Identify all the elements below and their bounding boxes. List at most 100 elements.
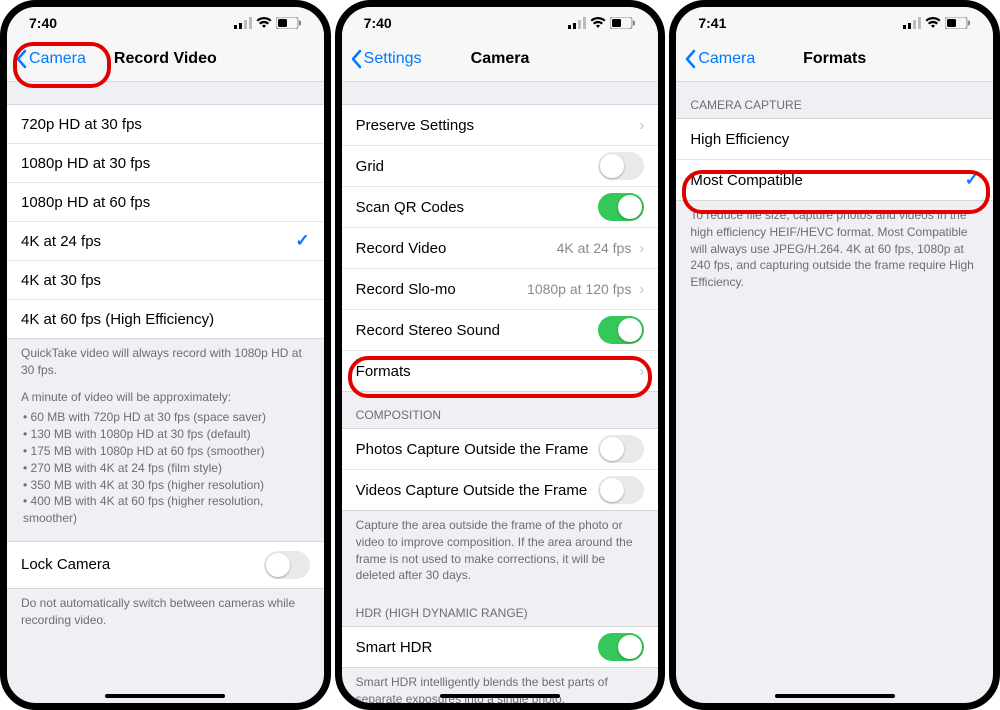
photos-outside-toggle[interactable] [598, 435, 644, 463]
lock-camera-toggle[interactable] [264, 551, 310, 579]
nav-title: Camera [471, 50, 530, 68]
home-indicator[interactable] [440, 694, 560, 698]
scan-qr-toggle[interactable] [598, 193, 644, 221]
option-label: Most Compatible [690, 172, 803, 189]
back-label: Settings [364, 50, 422, 68]
composition-header: COMPOSITION [342, 392, 659, 428]
battery-icon [276, 17, 302, 29]
footer-bullet: 270 MB with 4K at 24 fps (film style) [23, 460, 310, 477]
composition-footer: Capture the area outside the frame of th… [342, 511, 659, 590]
row-label: Smart HDR [356, 639, 433, 656]
nav-title: Record Video [114, 50, 217, 68]
signal-icon [568, 17, 586, 29]
formats-row[interactable]: Formats › [342, 350, 659, 391]
row-label: Preserve Settings [356, 117, 474, 134]
chevron-left-icon [15, 49, 27, 69]
chevron-right-icon: › [639, 240, 644, 257]
phone-formats: 7:41 Camera Formats CAMERA CAPTURE High … [669, 0, 1000, 710]
status-bar: 7:40 [7, 7, 324, 37]
status-time: 7:40 [29, 15, 57, 31]
signal-icon [903, 17, 921, 29]
status-time: 7:40 [364, 15, 392, 31]
video-options-group: 720p HD at 30 fps 1080p HD at 30 fps 1080p… [7, 104, 324, 339]
wifi-icon [256, 17, 272, 29]
home-indicator[interactable] [775, 694, 895, 698]
content: CAMERA CAPTURE High Efficiency Most Compa… [676, 82, 993, 703]
status-icons [568, 17, 636, 29]
camera-capture-header: CAMERA CAPTURE [676, 82, 993, 118]
row-label: Grid [356, 158, 384, 175]
row-label: Record Slo-mo [356, 281, 456, 298]
option-label: High Efficiency [690, 131, 789, 148]
stereo-sound-row[interactable]: Record Stereo Sound [342, 309, 659, 350]
battery-icon [945, 17, 971, 29]
videos-outside-row[interactable]: Videos Capture Outside the Frame [342, 469, 659, 510]
footer-bullet: 400 MB with 4K at 60 fps (higher resolut… [23, 493, 310, 527]
smart-hdr-toggle[interactable] [598, 633, 644, 661]
stereo-toggle[interactable] [598, 316, 644, 344]
chevron-right-icon: › [639, 281, 644, 298]
video-option-row[interactable]: 720p HD at 30 fps [7, 105, 324, 143]
footer-bullet: 130 MB with 1080p HD at 30 fps (default) [23, 426, 310, 443]
options-footer: QuickTake video will always record with … [7, 339, 324, 533]
content: 720p HD at 30 fps 1080p HD at 30 fps 1080p… [7, 82, 324, 703]
status-time: 7:41 [698, 15, 726, 31]
status-icons [234, 17, 302, 29]
hdr-group: Smart HDR [342, 626, 659, 668]
home-indicator[interactable] [105, 694, 225, 698]
status-icons [903, 17, 971, 29]
main-settings-group: Preserve Settings › Grid Scan QR Codes R… [342, 104, 659, 392]
preserve-settings-row[interactable]: Preserve Settings › [342, 105, 659, 145]
nav-bar: Camera Formats [676, 37, 993, 82]
chevron-left-icon [350, 49, 362, 69]
formats-footer: To reduce file size, capture photos and … [676, 201, 993, 297]
back-label: Camera [29, 50, 86, 68]
nav-title: Formats [803, 50, 866, 68]
row-label: Record Stereo Sound [356, 322, 500, 339]
row-label: Scan QR Codes [356, 199, 464, 216]
record-video-row[interactable]: Record Video 4K at 24 fps › [342, 227, 659, 268]
video-option-row[interactable]: 4K at 30 fps [7, 260, 324, 299]
format-option-row[interactable]: Most Compatible✓ [676, 159, 993, 200]
option-label: 1080p HD at 30 fps [21, 155, 150, 172]
option-label: 1080p HD at 60 fps [21, 194, 150, 211]
back-button[interactable]: Camera [684, 37, 755, 81]
videos-outside-toggle[interactable] [598, 476, 644, 504]
chevron-right-icon: › [639, 117, 644, 134]
footer-bullet: 350 MB with 4K at 30 fps (higher resolut… [23, 477, 310, 494]
lock-camera-label: Lock Camera [21, 556, 110, 573]
lock-camera-footer: Do not automatically switch between came… [7, 589, 324, 635]
video-option-row[interactable]: 4K at 60 fps (High Efficiency) [7, 299, 324, 338]
grid-toggle[interactable] [598, 152, 644, 180]
content: Preserve Settings › Grid Scan QR Codes R… [342, 82, 659, 703]
hdr-header: HDR (HIGH DYNAMIC RANGE) [342, 590, 659, 626]
row-value: 4K at 24 fps [557, 240, 632, 256]
back-label: Camera [698, 50, 755, 68]
row-label: Record Video [356, 240, 447, 257]
video-option-row[interactable]: 1080p HD at 60 fps [7, 182, 324, 221]
lock-camera-group: Lock Camera [7, 541, 324, 589]
grid-row[interactable]: Grid [342, 145, 659, 186]
back-button[interactable]: Camera [15, 37, 86, 81]
row-label: Videos Capture Outside the Frame [356, 482, 588, 499]
row-label: Formats [356, 363, 411, 380]
video-option-row[interactable]: 4K at 24 fps ✓ [7, 221, 324, 260]
composition-group: Photos Capture Outside the Frame Videos … [342, 428, 659, 511]
record-slomo-row[interactable]: Record Slo-mo 1080p at 120 fps› [342, 268, 659, 309]
footer-bullet: 175 MB with 1080p HD at 60 fps (smoother… [23, 443, 310, 460]
format-option-row[interactable]: High Efficiency [676, 119, 993, 159]
battery-icon [610, 17, 636, 29]
status-bar: 7:40 [342, 7, 659, 37]
wifi-icon [590, 17, 606, 29]
row-label: Photos Capture Outside the Frame [356, 441, 589, 458]
chevron-left-icon [684, 49, 696, 69]
signal-icon [234, 17, 252, 29]
lock-camera-row[interactable]: Lock Camera [7, 542, 324, 588]
option-label: 4K at 24 fps [21, 233, 101, 250]
checkmark-icon: ✓ [295, 231, 309, 251]
back-button[interactable]: Settings [350, 37, 422, 81]
scan-qr-row[interactable]: Scan QR Codes [342, 186, 659, 227]
video-option-row[interactable]: 1080p HD at 30 fps [7, 143, 324, 182]
photos-outside-row[interactable]: Photos Capture Outside the Frame [342, 429, 659, 469]
smart-hdr-row[interactable]: Smart HDR [342, 627, 659, 667]
